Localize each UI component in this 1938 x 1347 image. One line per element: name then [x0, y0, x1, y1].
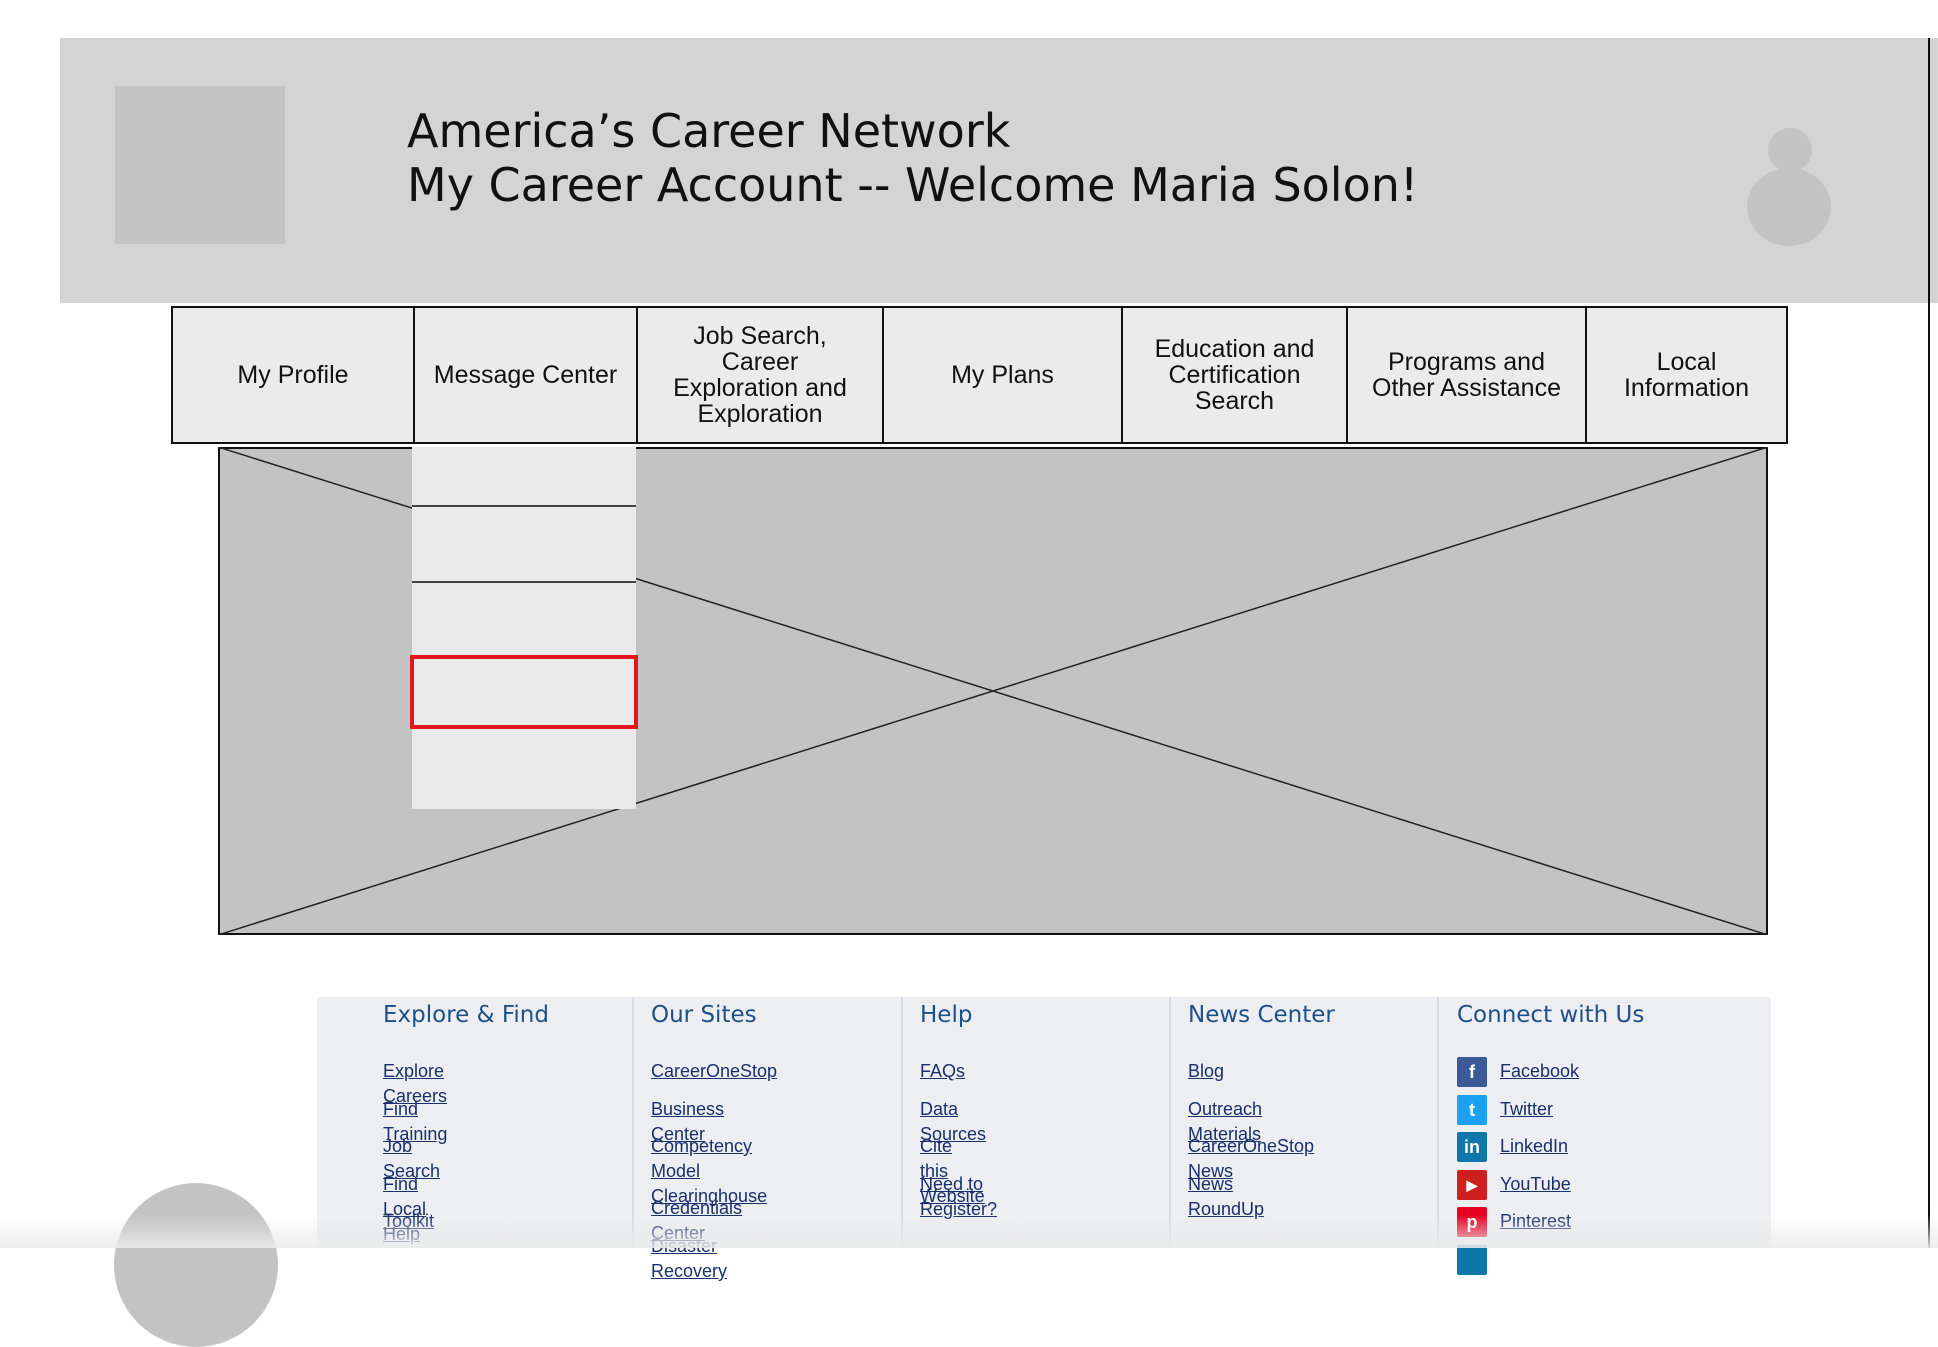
linkedin-icon[interactable]: in	[1457, 1132, 1487, 1162]
nav-my-profile[interactable]: My Profile	[173, 308, 415, 442]
footer-link-youtube[interactable]: YouTube	[1500, 1172, 1571, 1197]
nav-my-plans[interactable]: My Plans	[884, 308, 1123, 442]
nav-local-information[interactable]: Local Information	[1587, 308, 1786, 442]
user-avatar-head[interactable]	[1768, 128, 1812, 172]
youtube-icon[interactable]: ▶	[1457, 1170, 1487, 1200]
nav-programs-assistance[interactable]: Programs and Other Assistance	[1348, 308, 1587, 442]
account-title: My Career Account -- Welcome Maria Solon…	[407, 158, 1419, 212]
footer-divider	[632, 997, 634, 1248]
dropdown-item-5[interactable]	[412, 733, 636, 809]
footer-link-blog[interactable]: Blog	[1188, 1059, 1224, 1084]
footer-link-faqs[interactable]: FAQs	[920, 1059, 965, 1084]
footer-heading: Our Sites	[651, 1002, 757, 1028]
dropdown-item-3[interactable]	[412, 583, 636, 653]
page-edge-line	[1928, 38, 1930, 1248]
nav-message-center[interactable]: Message Center	[415, 308, 638, 442]
dropdown-item-1[interactable]	[412, 447, 636, 507]
footer-divider	[901, 997, 903, 1248]
footer-link-facebook[interactable]: Facebook	[1500, 1059, 1579, 1084]
social-icon-partial[interactable]	[1457, 1245, 1487, 1275]
footer-divider	[1437, 997, 1439, 1248]
footer-heading: News Center	[1188, 1002, 1335, 1028]
dropdown-item-highlighted[interactable]	[410, 655, 638, 729]
main-nav: My Profile Message Center Job Search, Ca…	[171, 306, 1788, 444]
footer-heading: Connect with Us	[1457, 1002, 1645, 1028]
footer-divider	[1169, 997, 1171, 1248]
logo-placeholder[interactable]	[115, 86, 285, 244]
footer-heading: Explore & Find	[383, 1002, 549, 1028]
footer-link-careeronestop[interactable]: CareerOneStop	[651, 1059, 777, 1084]
footer-link-twitter[interactable]: Twitter	[1500, 1097, 1553, 1122]
nav-job-search[interactable]: Job Search, Career Exploration and Explo…	[638, 308, 884, 442]
twitter-icon[interactable]: t	[1457, 1095, 1487, 1125]
user-avatar-icon[interactable]	[1747, 168, 1831, 246]
decorative-circle	[114, 1183, 278, 1347]
footer-heading: Help	[920, 1002, 973, 1028]
facebook-icon[interactable]: f	[1457, 1057, 1487, 1087]
site-title: America’s Career Network	[407, 104, 1011, 158]
bottom-fade	[0, 1215, 1938, 1248]
message-center-dropdown	[410, 447, 638, 809]
dropdown-item-2[interactable]	[412, 507, 636, 583]
footer-link-linkedin[interactable]: LinkedIn	[1500, 1134, 1568, 1159]
nav-education-search[interactable]: Education and Certification Search	[1123, 308, 1348, 442]
